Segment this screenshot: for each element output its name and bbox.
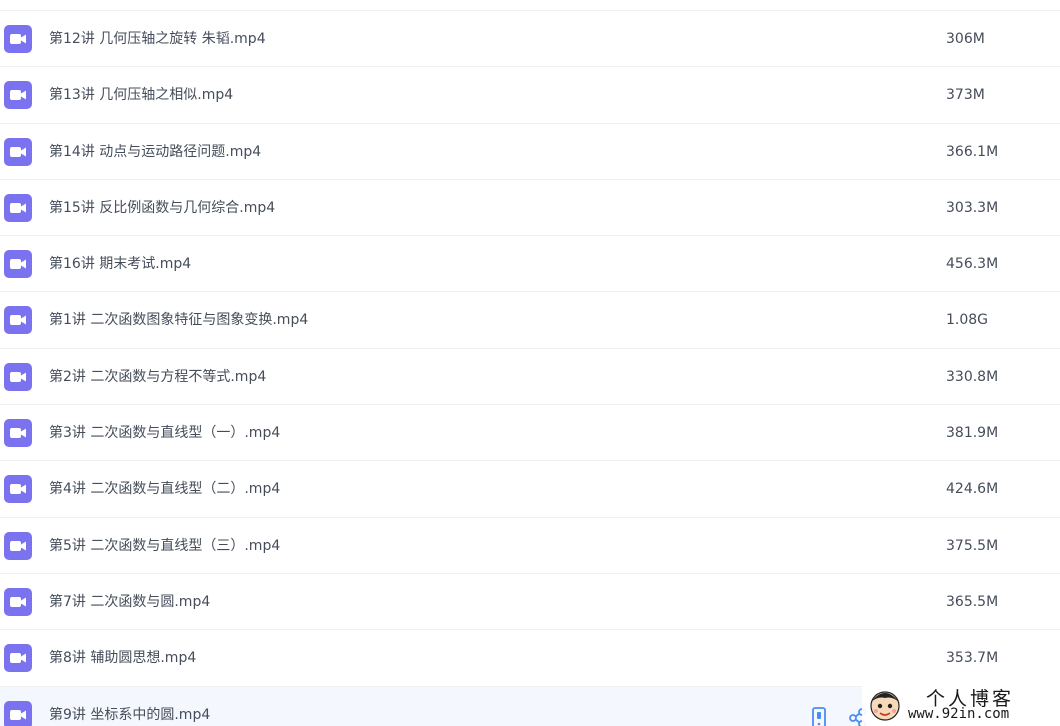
file-row[interactable]: 第1讲 二次函数图象特征与图象变换.mp4 1.08G [0, 292, 1060, 349]
blog-watermark: 个人博客 www.92in.com [862, 684, 1060, 726]
file-row[interactable]: 第5讲 二次函数与直线型（三）.mp4 375.5M [0, 518, 1060, 574]
file-size: 381.9M [946, 425, 999, 442]
file-size: 1.08G [946, 312, 989, 329]
file-size: 456.3M [946, 256, 999, 273]
file-size: 373M [946, 87, 985, 104]
file-name[interactable]: 第5讲 二次函数与直线型（三）.mp4 [49, 518, 280, 574]
file-size: 330.8M [946, 368, 999, 385]
video-file-icon [4, 362, 32, 391]
file-list: 第12讲 几何压轴之旋转 朱韬.mp4 306M 第13讲 几何压轴之相似.mp… [0, 11, 1060, 726]
file-name[interactable]: 第2讲 二次函数与方程不等式.mp4 [49, 349, 266, 405]
phone-icon[interactable] [809, 706, 829, 726]
file-row[interactable]: 第8讲 辅助圆思想.mp4 353.7M [0, 630, 1060, 687]
video-file-icon [4, 81, 32, 110]
file-name[interactable]: 第12讲 几何压轴之旋转 朱韬.mp4 [49, 11, 266, 67]
file-row[interactable]: 第15讲 反比例函数与几何综合.mp4 303.3M [0, 180, 1060, 237]
file-row[interactable]: 第3讲 二次函数与直线型（一）.mp4 381.9M [0, 405, 1060, 462]
file-name[interactable]: 第1讲 二次函数图象特征与图象变换.mp4 [49, 292, 308, 348]
file-name[interactable]: 第8讲 辅助圆思想.mp4 [49, 630, 196, 686]
file-size: 424.6M [946, 481, 999, 498]
file-size: 306M [946, 31, 985, 47]
file-size: 365.5M [946, 593, 999, 610]
file-name[interactable]: 第3讲 二次函数与直线型（一）.mp4 [49, 405, 280, 461]
file-row[interactable]: 第4讲 二次函数与直线型（二）.mp4 424.6M [0, 461, 1060, 518]
file-row[interactable]: 第14讲 动点与运动路径问题.mp4 366.1M [0, 124, 1060, 180]
file-name[interactable]: 第13讲 几何压轴之相似.mp4 [49, 67, 233, 123]
file-name[interactable]: 第16讲 期末考试.mp4 [49, 236, 191, 292]
video-file-icon [4, 587, 32, 616]
file-size: 353.7M [946, 650, 999, 667]
video-file-icon [4, 193, 32, 222]
video-file-icon [4, 475, 32, 504]
file-row[interactable]: 第13讲 几何压轴之相似.mp4 373M [0, 67, 1060, 124]
video-file-icon [4, 306, 32, 335]
video-file-icon [4, 531, 32, 560]
file-name[interactable]: 第9讲 坐标系中的圆.mp4 [49, 687, 210, 726]
watermark-url: www.92in.com [908, 706, 1010, 722]
video-file-icon [4, 250, 32, 279]
file-name[interactable]: 第15讲 反比例函数与几何综合.mp4 [49, 180, 275, 236]
file-name[interactable]: 第4讲 二次函数与直线型（二）.mp4 [49, 461, 280, 517]
video-file-icon [4, 25, 32, 53]
file-row[interactable]: 第2讲 二次函数与方程不等式.mp4 330.8M [0, 349, 1060, 406]
cartoon-avatar-icon [870, 691, 900, 721]
video-file-icon [4, 419, 32, 448]
file-row[interactable]: 第12讲 几何压轴之旋转 朱韬.mp4 306M [0, 11, 1060, 68]
video-file-icon [4, 644, 32, 673]
video-file-icon [4, 700, 32, 726]
file-size: 366.1M [946, 143, 999, 160]
file-row[interactable]: 第16讲 期末考试.mp4 456.3M [0, 236, 1060, 293]
video-file-icon [4, 137, 32, 166]
file-name[interactable]: 第7讲 二次函数与圆.mp4 [49, 574, 210, 630]
file-size: 303.3M [946, 199, 999, 216]
file-size: 375.5M [946, 537, 999, 554]
file-name[interactable]: 第14讲 动点与运动路径问题.mp4 [49, 124, 261, 180]
file-row[interactable]: 第7讲 二次函数与圆.mp4 365.5M [0, 574, 1060, 631]
file-list-page: 第12讲 几何压轴之旋转 朱韬.mp4 306M 第13讲 几何压轴之相似.mp… [0, 0, 1060, 726]
